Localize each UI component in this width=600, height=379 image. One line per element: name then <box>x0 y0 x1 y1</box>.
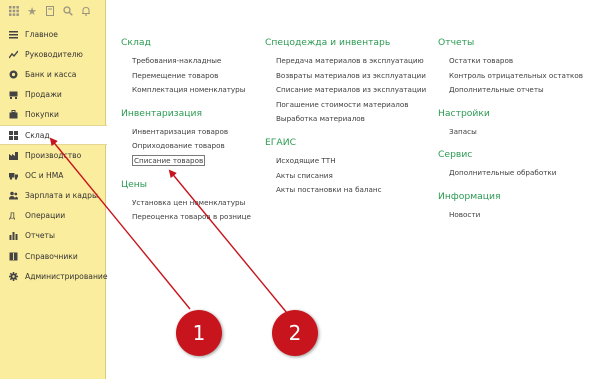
link-goods-writeoff[interactable]: Списание товаров <box>132 154 251 169</box>
group-title: Настройки <box>438 107 490 119</box>
link-goods-receipt[interactable]: Оприходование товаров <box>132 139 251 154</box>
link-materials-writeoff[interactable]: Списание материалов из эксплуатации <box>276 83 426 98</box>
group-title: Отчеты <box>438 37 475 48</box>
warehouse-icon <box>8 130 18 140</box>
sidebar-item-label: Руководителю <box>25 49 83 59</box>
group-title: Склад <box>121 37 151 48</box>
link-additional-processing[interactable]: Дополнительные обработки <box>449 166 583 181</box>
sidebar-item-manager[interactable]: Руководителю <box>0 44 106 64</box>
svg-text:Д: Д <box>9 212 15 221</box>
group-title: Информация <box>438 190 501 202</box>
section-column-2: Спецодежда и инвентарь Передача материал… <box>265 36 426 198</box>
group-title: Спецодежда и инвентарь <box>265 37 391 48</box>
menu-icon <box>8 29 18 39</box>
group-workwear: Спецодежда и инвентарь Передача материал… <box>265 36 426 127</box>
group-title: Сервис <box>438 149 473 161</box>
link-outgoing-ttn[interactable]: Исходящие ТТН <box>276 154 426 169</box>
coin-icon <box>8 69 18 79</box>
sidebar-item-sales[interactable]: Продажи <box>0 85 106 105</box>
link-goods-transfer[interactable]: Перемещение товаров <box>132 69 251 84</box>
sidebar-nav: Главное Руководителю Банк и касса Продаж… <box>0 24 108 286</box>
link-materials-transfer[interactable]: Передача материалов в эксплуатацию <box>276 54 426 69</box>
sidebar-item-label: Зарплата и кадры <box>25 191 98 201</box>
link-negative-stock-control[interactable]: Контроль отрицательных остатков <box>449 69 583 84</box>
group-warehouse: Склад Требования-накладные Перемещение т… <box>121 36 251 98</box>
sidebar-item-label: Банк и касса <box>25 69 77 79</box>
sidebar-item-label: Справочники <box>25 251 78 261</box>
sidebar-item-label: ОС и НМА <box>25 170 64 180</box>
gear-icon <box>8 271 18 281</box>
link-balance-acts[interactable]: Акты постановки на баланс <box>276 183 426 198</box>
search-icon[interactable] <box>59 2 77 20</box>
chart-line-icon <box>8 49 18 59</box>
bell-icon[interactable] <box>77 2 95 20</box>
group-title: ЕГАИС <box>265 136 296 148</box>
sidebar-item-label: Главное <box>25 29 58 39</box>
bag-icon <box>8 110 18 120</box>
bar-chart-icon <box>8 231 18 241</box>
link-materials-return[interactable]: Возвраты материалов из эксплуатации <box>276 69 426 84</box>
history-icon[interactable] <box>41 2 59 20</box>
book-icon <box>8 251 18 261</box>
link-stock-balance[interactable]: Остатки товаров <box>449 54 583 69</box>
group-title: Цены <box>121 178 148 190</box>
sidebar-item-salary[interactable]: Зарплата и кадры <box>0 186 106 206</box>
sidebar-item-label: Отчеты <box>25 231 55 241</box>
link-additional-reports[interactable]: Дополнительные отчеты <box>449 83 583 98</box>
sidebar-item-bank[interactable]: Банк и касса <box>0 64 106 84</box>
apps-grid-icon[interactable] <box>5 2 23 20</box>
link-news[interactable]: Новости <box>449 208 583 223</box>
sidebar-item-warehouse[interactable]: Склад <box>0 124 107 146</box>
people-icon <box>8 191 18 201</box>
sidebar-item-purchases[interactable]: Покупки <box>0 105 106 125</box>
link-writeoff-acts[interactable]: Акты списания <box>276 169 426 184</box>
link-goods-writeoff-label: Списание товаров <box>132 154 206 166</box>
link-set-prices[interactable]: Установка цен номенклатуры <box>132 196 251 211</box>
marker-1: 1 <box>176 310 222 356</box>
section-column-1: Склад Требования-накладные Перемещение т… <box>121 36 251 225</box>
link-requisitions[interactable]: Требования-накладные <box>132 54 251 69</box>
sidebar-item-reports[interactable]: Отчеты <box>0 226 106 246</box>
truck-icon <box>8 170 18 180</box>
group-title: Инвентаризация <box>121 107 203 119</box>
link-inventory-count[interactable]: Инвентаризация товаров <box>132 125 251 140</box>
sidebar-item-directories[interactable]: Справочники <box>0 246 106 266</box>
sidebar-item-production[interactable]: Производство <box>0 145 106 165</box>
link-stocks[interactable]: Запасы <box>449 125 583 140</box>
sidebar-item-label: Производство <box>25 150 82 160</box>
sidebar: ★ Главное Руководителю Банк и касса Прод… <box>0 0 108 379</box>
group-information: Информация Новости <box>438 190 583 223</box>
toolbar: ★ <box>0 0 105 22</box>
star-icon[interactable]: ★ <box>23 2 41 20</box>
section-column-3: Отчеты Остатки товаров Контроль отрицате… <box>438 36 583 223</box>
sidebar-item-admin[interactable]: Администрирование <box>0 266 108 286</box>
sidebar-item-label: Администрирование <box>25 271 108 281</box>
sidebar-item-label: Операции <box>25 211 66 221</box>
sidebar-item-label: Покупки <box>25 110 59 120</box>
operations-icon: Д <box>8 211 18 221</box>
sidebar-item-operations[interactable]: Д Операции <box>0 206 106 226</box>
group-egais: ЕГАИС Исходящие ТТН Акты списания Акты п… <box>265 136 426 198</box>
group-settings: Настройки Запасы <box>438 107 583 140</box>
link-materials-output[interactable]: Выработка материалов <box>276 112 426 127</box>
group-reports: Отчеты Остатки товаров Контроль отрицате… <box>438 36 583 98</box>
factory-icon <box>8 150 18 160</box>
cart-icon <box>8 90 18 100</box>
group-service: Сервис Дополнительные обработки <box>438 148 583 181</box>
link-retail-revaluation[interactable]: Переоценка товаров в рознице <box>132 210 251 225</box>
link-materials-repayment[interactable]: Погашение стоимости материалов <box>276 98 426 113</box>
sidebar-item-assets[interactable]: ОС и НМА <box>0 165 106 185</box>
group-inventory: Инвентаризация Инвентаризация товаров Оп… <box>121 107 251 169</box>
group-prices: Цены Установка цен номенклатуры Переоцен… <box>121 178 251 225</box>
sidebar-item-main[interactable]: Главное <box>0 24 106 44</box>
link-assembly[interactable]: Комплектация номенклатуры <box>132 83 251 98</box>
sidebar-item-label: Склад <box>25 130 50 140</box>
marker-2: 2 <box>272 310 318 356</box>
sidebar-item-label: Продажи <box>25 90 62 100</box>
